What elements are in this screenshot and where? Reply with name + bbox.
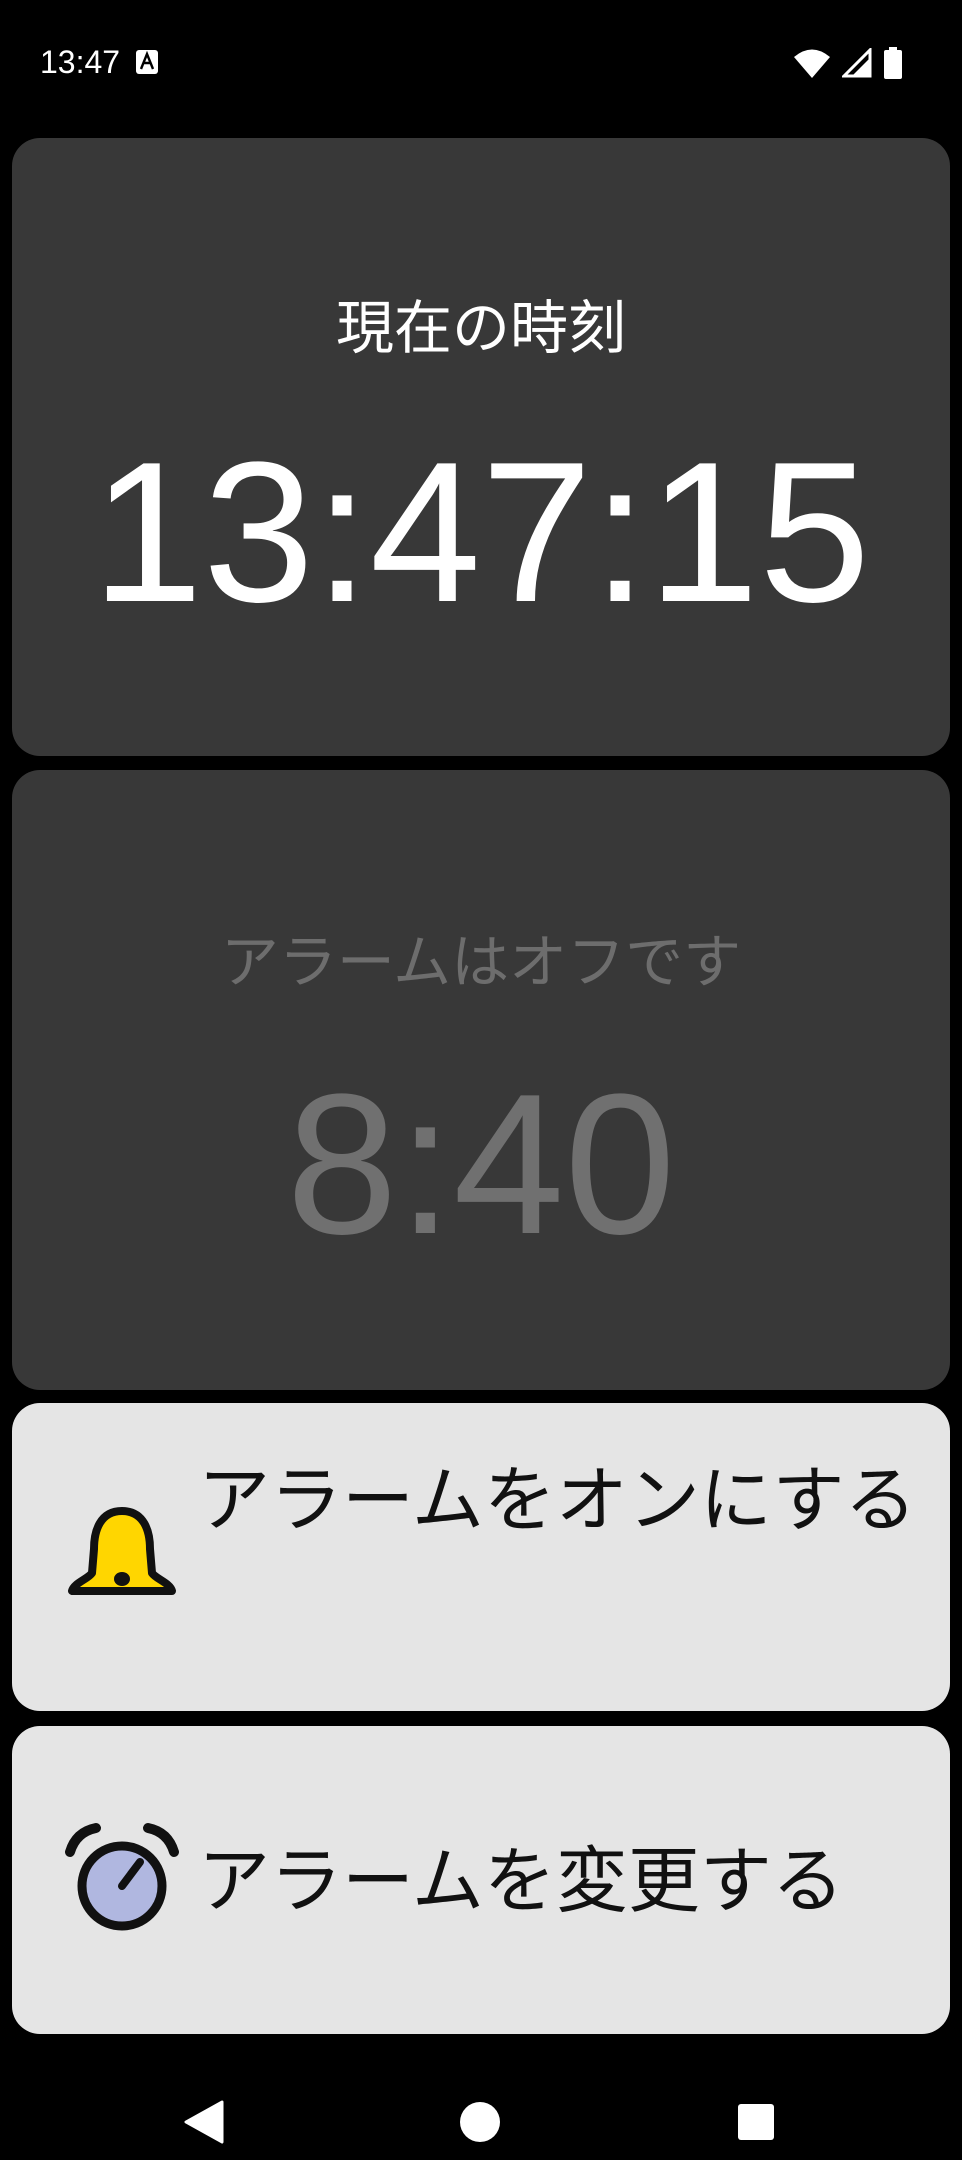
alarm-clock-icon [65, 1823, 179, 1931]
bell-icon [68, 1507, 176, 1595]
text-a-icon [136, 50, 158, 74]
status-time: 13:47 [40, 44, 121, 80]
back-icon[interactable] [184, 2100, 224, 2144]
wifi-icon [794, 49, 830, 78]
navigation-bar [0, 2040, 962, 2160]
alarm-status-label: アラームはオフです [220, 928, 742, 996]
home-icon[interactable] [460, 2102, 500, 2142]
change-alarm-label: アラームを変更する [198, 1839, 844, 1923]
turn-on-alarm-button[interactable]: アラームをオンにする [12, 1403, 950, 1711]
status-icons [794, 46, 902, 80]
status-bar: 13:47 [0, 0, 962, 128]
current-time-label: 現在の時刻 [335, 294, 626, 362]
current-time-card: 現在の時刻 13:47:15 [12, 138, 950, 756]
alarm-time-value: 8:40 [286, 1053, 676, 1276]
recents-icon[interactable] [738, 2104, 774, 2140]
signal-icon [842, 48, 872, 78]
turn-on-alarm-label: アラームをオンにする [198, 1458, 917, 1542]
alarm-status-card: アラームはオフです 8:40 [12, 770, 950, 1390]
battery-icon [884, 47, 902, 79]
change-alarm-button[interactable]: アラームを変更する [12, 1726, 950, 2034]
current-time-value: 13:47:15 [91, 421, 871, 644]
